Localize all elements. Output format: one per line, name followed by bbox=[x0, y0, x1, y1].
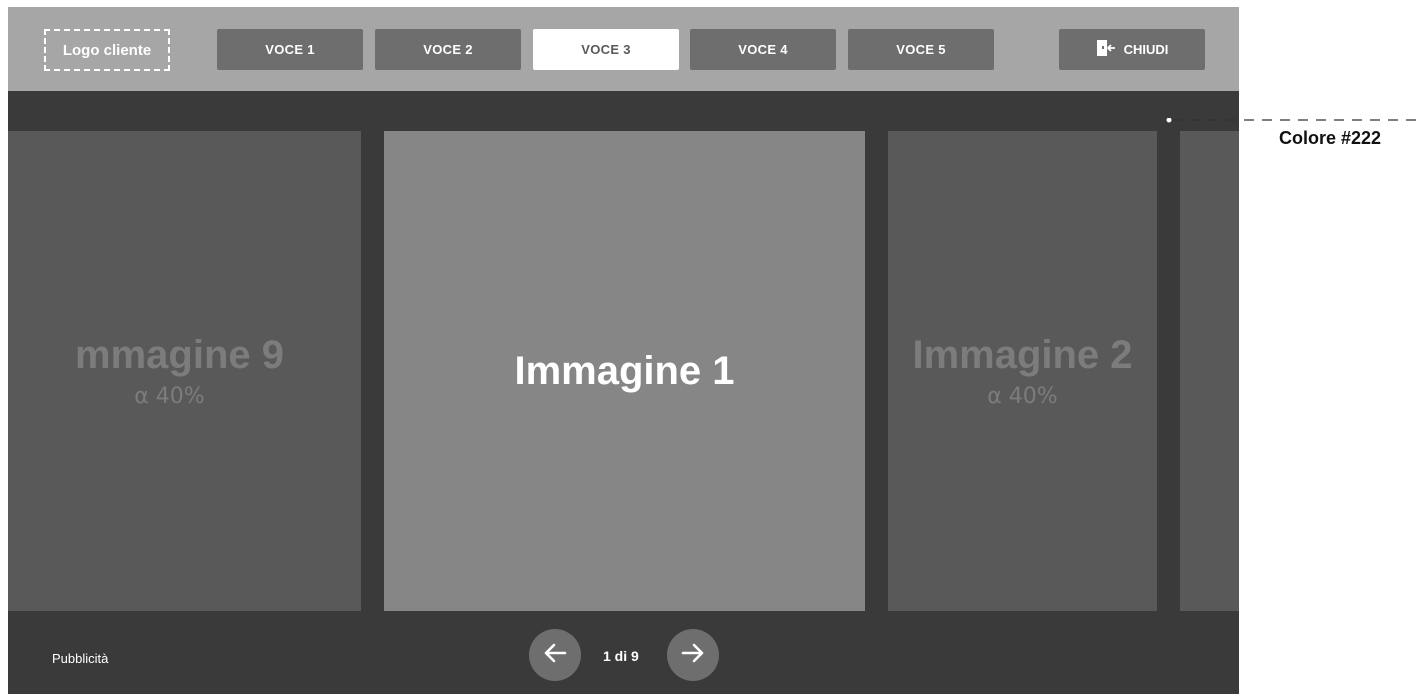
nav-item-label: VOCE 5 bbox=[896, 42, 946, 57]
nav-item-voce-2[interactable]: VOCE 2 bbox=[375, 29, 521, 70]
nav-item-voce-5[interactable]: VOCE 5 bbox=[848, 29, 994, 70]
color-annotation: Colore #222 bbox=[1279, 128, 1382, 148]
nav-item-label: VOCE 3 bbox=[581, 42, 631, 57]
advertising-label: Pubblicità bbox=[52, 651, 109, 666]
client-logo-placeholder: Logo cliente bbox=[44, 29, 170, 71]
slide-opacity-label: α 40% bbox=[134, 384, 205, 409]
nav-item-voce-1[interactable]: VOCE 1 bbox=[217, 29, 363, 70]
exit-icon bbox=[1096, 39, 1116, 60]
carousel-slide-current[interactable]: Immagine 1 bbox=[384, 131, 865, 611]
nav-item-label: VOCE 1 bbox=[265, 42, 315, 57]
carousel-slide-next[interactable]: Immagine 2 α 40% bbox=[888, 131, 1157, 611]
nav-item-label: VOCE 4 bbox=[738, 42, 788, 57]
close-button[interactable]: CHIUDI bbox=[1059, 29, 1205, 70]
nav-item-label: VOCE 2 bbox=[423, 42, 473, 57]
carousel-slide-following[interactable] bbox=[1180, 131, 1239, 611]
logo-label: Logo cliente bbox=[62, 41, 152, 59]
slide-opacity-label: α 40% bbox=[987, 384, 1058, 409]
next-slide-button[interactable] bbox=[667, 629, 719, 681]
top-navigation-bar: Logo cliente VOCE 1 VOCE 2 VOCE 3 VOCE 4… bbox=[8, 7, 1239, 91]
previous-slide-button[interactable] bbox=[529, 629, 581, 681]
app-frame: Logo cliente VOCE 1 VOCE 2 VOCE 3 VOCE 4… bbox=[8, 7, 1239, 694]
slide-title: mmagine 9 bbox=[75, 333, 284, 377]
arrow-left-icon bbox=[543, 643, 567, 668]
nav-item-voce-4[interactable]: VOCE 4 bbox=[690, 29, 836, 70]
slide-title: Immagine 1 bbox=[514, 348, 735, 393]
slide-title: Immagine 2 bbox=[912, 333, 1133, 377]
slide-pager: 1 di 9 bbox=[603, 648, 639, 664]
close-label: CHIUDI bbox=[1123, 42, 1169, 57]
arrow-right-icon bbox=[681, 643, 705, 668]
nav-item-voce-3[interactable]: VOCE 3 bbox=[533, 29, 679, 70]
carousel-slide-previous[interactable]: mmagine 9 α 40% bbox=[8, 131, 361, 611]
